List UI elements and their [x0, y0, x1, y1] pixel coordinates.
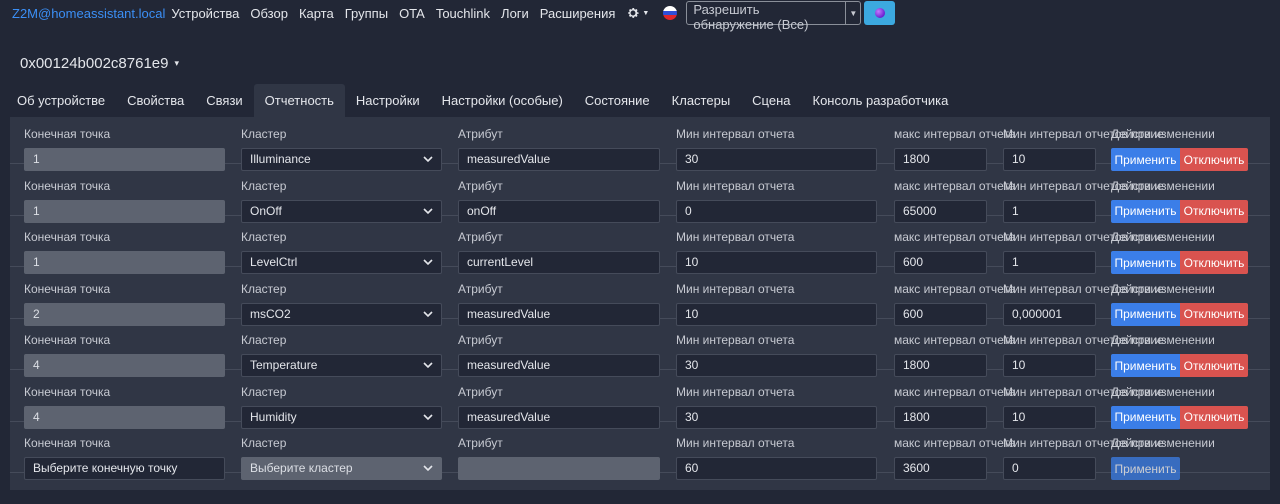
- cluster-label: Кластер: [241, 281, 287, 296]
- cluster-label: Кластер: [241, 384, 287, 399]
- device-title: 0x00124b002c8761e9: [20, 55, 169, 72]
- min-interval-label: Мин интервал отчета: [676, 127, 795, 141]
- device-selector[interactable]: 0x00124b002c8761e9 ▾: [20, 55, 179, 72]
- min-change-label: Мин интервал отчетов при изменении: [1003, 436, 1215, 450]
- permit-join-group: Разрешить обнаружение (Все) ▼: [686, 1, 862, 32]
- max-interval-label: макс интервал отчета: [894, 178, 1016, 193]
- endpoint-label: Конечная точка: [24, 178, 111, 193]
- attribute-label: Атрибут: [458, 281, 503, 296]
- actions-label: Действие: [1111, 333, 1164, 347]
- reporting-row: Конечная точка Кластер Атрибут Мин интервал…: [10, 165, 1270, 223]
- endpoint-label: Конечная точка: [24, 127, 111, 141]
- reporting-row: Конечная точка Кластер Атрибут Мин интервал…: [10, 216, 1270, 274]
- min-change-label: Мин интервал отчетов при изменении: [1003, 333, 1215, 347]
- nav-logs[interactable]: Логи: [501, 6, 529, 21]
- nav-ota[interactable]: OTA: [399, 6, 425, 21]
- cluster-label: Кластер: [241, 127, 287, 141]
- chevron-down-icon: [423, 310, 433, 317]
- actions-label: Действие: [1111, 178, 1164, 193]
- gear-icon: [628, 8, 639, 18]
- chevron-down-icon: ▾: [174, 58, 180, 68]
- min-change-label: Мин интервал отчетов при изменении: [1003, 178, 1215, 193]
- endpoint-label: Конечная точка: [24, 281, 111, 296]
- attribute-label: Атрибут: [458, 178, 503, 193]
- endpoint-label: Конечная точка: [24, 384, 111, 399]
- attribute-label: Атрибут: [458, 436, 503, 450]
- min-interval-label: Мин интервал отчета: [676, 178, 795, 193]
- status-orb-icon: [874, 8, 885, 18]
- reporting-row: Конечная точка Кластер Атрибут Мин интервал…: [10, 371, 1270, 429]
- chevron-down-icon: [423, 156, 433, 163]
- brand-link[interactable]: Z2M@homeassistant.local: [12, 6, 165, 21]
- nav-groups[interactable]: Группы: [345, 6, 388, 21]
- endpoint-select[interactable]: Выберите конечную точку: [24, 457, 225, 480]
- cluster-label: Кластер: [241, 230, 287, 244]
- attribute-label: Атрибут: [458, 333, 503, 347]
- min-change-label: Мин интервал отчетов при изменении: [1003, 230, 1215, 244]
- language-flag-icon[interactable]: [663, 6, 678, 20]
- top-navbar: Z2M@homeassistant.local Устройства Обзор…: [0, 0, 1280, 32]
- actions-label: Действие: [1111, 281, 1164, 296]
- chevron-down-icon: [423, 465, 433, 472]
- nav-touchlink[interactable]: Touchlink: [436, 6, 490, 21]
- nav-dashboard[interactable]: Обзор: [250, 6, 288, 21]
- cluster-select[interactable]: Выберите кластер: [241, 457, 442, 480]
- attribute-label: Атрибут: [458, 230, 503, 244]
- max-interval-label: макс интервал отчета: [894, 333, 1016, 347]
- actions-label: Действие: [1111, 436, 1164, 450]
- cluster-label: Кластер: [241, 178, 287, 193]
- reporting-row: Конечная точка Кластер Атрибут Мин интервал…: [10, 319, 1270, 377]
- reporting-row: Конечная точка Кластер Атрибут Мин интервал…: [10, 268, 1270, 326]
- reporting-panel: Конечная точка Кластер Атрибут Мин интервал…: [10, 117, 1270, 490]
- attribute-input[interactable]: [458, 457, 660, 480]
- min-change-label: Мин интервал отчетов при изменении: [1003, 281, 1215, 296]
- max-interval-label: макс интервал отчета: [894, 384, 1016, 399]
- nav-devices[interactable]: Устройства: [171, 6, 239, 21]
- max-interval-label: макс интервал отчета: [894, 230, 1016, 244]
- min-change-label: Мин интервал отчетов при изменении: [1003, 127, 1215, 141]
- apply-button[interactable]: Применить: [1111, 457, 1180, 480]
- actions-label: Действие: [1111, 127, 1164, 141]
- max-interval-label: макс интервал отчета: [894, 436, 1016, 450]
- nav-map[interactable]: Карта: [299, 6, 334, 21]
- chevron-down-icon: [423, 207, 433, 214]
- chevron-down-icon: ▼: [642, 9, 650, 17]
- attribute-label: Атрибут: [458, 384, 503, 399]
- max-interval-label: макс интервал отчета: [894, 281, 1016, 296]
- chevron-down-icon: [423, 413, 433, 420]
- info-button[interactable]: [864, 1, 896, 25]
- min-interval-label: Мин интервал отчета: [676, 384, 795, 399]
- permit-join-button[interactable]: Разрешить обнаружение (Все): [686, 1, 847, 32]
- chevron-down-icon: [423, 259, 433, 266]
- min-change-label: Мин интервал отчетов при изменении: [1003, 384, 1215, 399]
- chevron-down-icon: [423, 362, 433, 369]
- cluster-label: Кластер: [241, 436, 287, 450]
- reporting-row: Конечная точка Кластер Атрибут Мин интервал…: [10, 113, 1270, 171]
- min-interval-label: Мин интервал отчета: [676, 281, 795, 296]
- attribute-label: Атрибут: [458, 127, 503, 141]
- min-interval-input[interactable]: 60: [676, 457, 877, 480]
- permit-join-dropdown[interactable]: ▼: [846, 1, 862, 25]
- min-interval-label: Мин интервал отчета: [676, 333, 795, 347]
- endpoint-label: Конечная точка: [24, 436, 111, 450]
- cluster-label: Кластер: [241, 333, 287, 347]
- max-interval-input[interactable]: 3600: [894, 457, 987, 480]
- min-interval-label: Мин интервал отчета: [676, 230, 795, 244]
- settings-dropdown[interactable]: ▼: [626, 6, 649, 20]
- actions-label: Действие: [1111, 230, 1164, 244]
- min-interval-label: Мин интервал отчета: [676, 436, 795, 450]
- nav-extensions[interactable]: Расширения: [540, 6, 616, 21]
- endpoint-label: Конечная точка: [24, 333, 111, 347]
- reporting-row-new: Конечная точка Кластер Атрибут Мин интервал…: [10, 422, 1270, 480]
- max-interval-label: макс интервал отчета: [894, 127, 1016, 141]
- cluster-select-value: Выберите кластер: [250, 461, 353, 475]
- endpoint-label: Конечная точка: [24, 230, 111, 244]
- actions-label: Действие: [1111, 384, 1164, 399]
- min-change-input[interactable]: 0: [1003, 457, 1096, 480]
